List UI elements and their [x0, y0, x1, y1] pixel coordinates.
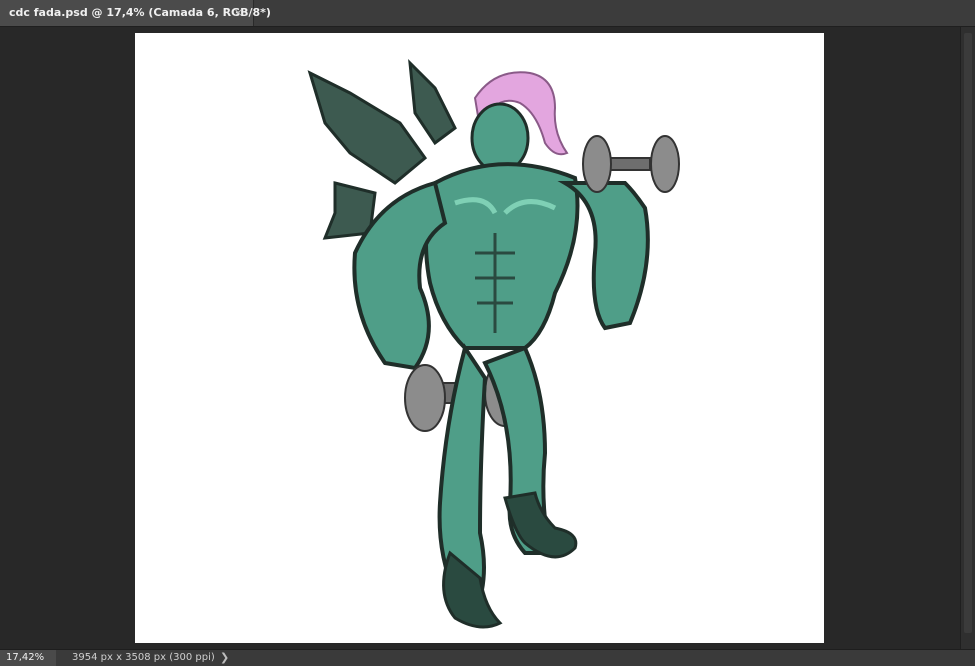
head — [470, 102, 530, 174]
chevron-right-icon[interactable]: ❯ — [220, 650, 229, 666]
tab-bar: cdc fada.psd @ 17,4% (Camada 6, RGB/8*) … — [0, 0, 975, 27]
torso — [424, 162, 580, 350]
close-icon[interactable]: × — [234, 0, 243, 26]
vertical-scrollbar[interactable] — [960, 27, 975, 649]
workspace — [0, 27, 960, 649]
wing-top — [408, 58, 457, 146]
dumbbell-top-weight-left — [582, 135, 612, 193]
document-tab-title: cdc fada.psd @ 17,4% (Camada 6, RGB/8*) — [9, 6, 271, 19]
document-info: 3954 px x 3508 px (300 ppi) — [72, 652, 215, 663]
document-canvas[interactable] — [135, 33, 824, 643]
zoom-level[interactable]: 17,42% — [0, 650, 56, 666]
document-tab[interactable]: cdc fada.psd @ 17,4% (Camada 6, RGB/8*) … — [0, 0, 271, 26]
dumbbell-top-weight-right — [650, 135, 680, 193]
status-bar: 17,42% 3954 px x 3508 px (300 ppi) ❯ — [0, 649, 975, 666]
dumbbell-bottom-weight-left — [404, 364, 446, 432]
wing-left — [307, 70, 428, 185]
scrollbar-thumb[interactable] — [964, 33, 972, 633]
artwork — [307, 58, 680, 629]
